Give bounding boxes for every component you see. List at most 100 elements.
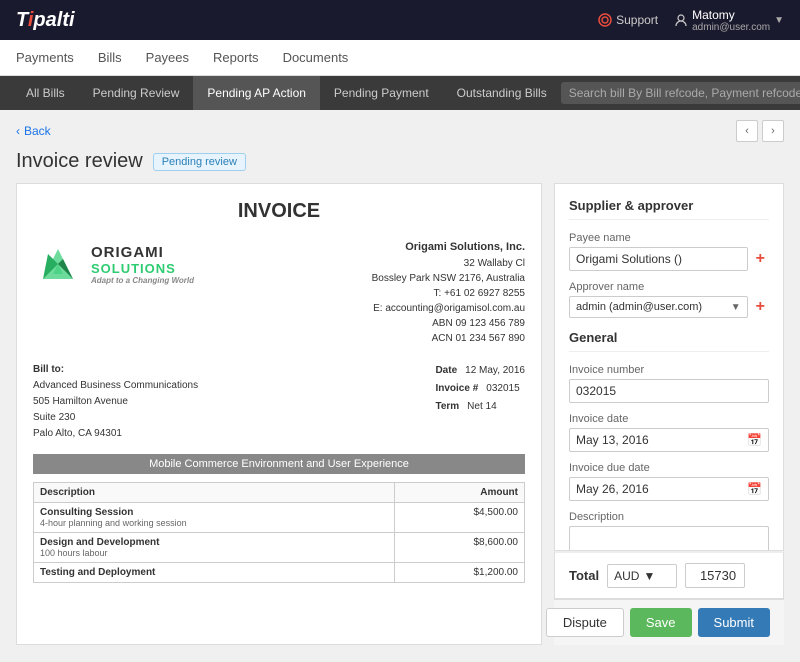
- next-arrow[interactable]: ›: [762, 120, 784, 142]
- bill-to-company: Advanced Business Communications: [33, 378, 198, 394]
- invoice-number-label: Invoice number: [569, 364, 769, 376]
- bill-to-suite: Suite 230: [33, 410, 198, 426]
- dispute-button[interactable]: Dispute: [546, 608, 624, 637]
- invoice-meta: Date 12 May, 2016 Invoice # 032015 Term …: [435, 362, 525, 442]
- nav-reports[interactable]: Reports: [213, 42, 259, 73]
- nav-documents[interactable]: Documents: [283, 42, 349, 73]
- invoice-logo-area: ORIGAMI SOLUTIONS Adapt to a Changing Wo…: [33, 239, 194, 289]
- invoice-due-field: Invoice due date May 26, 2016 📅: [569, 462, 769, 501]
- page-title-row: Invoice review Pending review: [16, 150, 784, 173]
- nav-bills[interactable]: Bills: [98, 42, 122, 73]
- item-amount: $8,600.00: [394, 532, 524, 562]
- content-area: ‹ Back ‹ › Invoice review Pending review…: [0, 110, 800, 662]
- invoice-due-input[interactable]: May 26, 2016 📅: [569, 477, 769, 501]
- total-row: Total AUD ▼ 15730: [569, 563, 769, 588]
- invoice-due-value: May 26, 2016: [576, 482, 649, 496]
- search-input[interactable]: [561, 82, 800, 104]
- user-menu[interactable]: Matomy admin@user.com ▼: [674, 8, 784, 33]
- bill-to-title: Bill to:: [33, 362, 198, 378]
- company-tagline: Adapt to a Changing World: [91, 276, 194, 285]
- total-label: Total: [569, 568, 599, 583]
- origami-company-text: ORIGAMI SOLUTIONS Adapt to a Changing Wo…: [91, 244, 194, 285]
- search-container: 🔍: [561, 82, 800, 104]
- currency-select[interactable]: AUD ▼: [607, 564, 677, 588]
- description-input[interactable]: [569, 526, 769, 551]
- invoice-top: ORIGAMI SOLUTIONS Adapt to a Changing Wo…: [33, 239, 525, 346]
- invoice-number-input[interactable]: 032015: [569, 379, 769, 403]
- payee-input-row: Origami Solutions () +: [569, 247, 769, 271]
- user-email: admin@user.com: [692, 22, 770, 33]
- back-row: ‹ Back ‹ ›: [16, 120, 784, 142]
- support-button[interactable]: Support: [598, 13, 658, 27]
- back-label: Back: [24, 124, 51, 138]
- nav-payees[interactable]: Payees: [146, 42, 189, 73]
- back-button[interactable]: ‹ Back: [16, 124, 51, 138]
- item-name: Design and Development: [40, 537, 388, 548]
- prev-arrow[interactable]: ‹: [736, 120, 758, 142]
- invoice-date-input[interactable]: May 13, 2016 📅: [569, 428, 769, 452]
- table-header-description: Description: [34, 482, 395, 502]
- support-icon: [598, 13, 612, 27]
- supplier-section-title: Supplier & approver: [569, 198, 769, 220]
- tab-pending-payment[interactable]: Pending Payment: [320, 76, 443, 110]
- approver-add-button[interactable]: +: [752, 298, 769, 316]
- invoice-table: Description Amount Consulting Session 4-…: [33, 482, 525, 583]
- inv-term-row: Term Net 14: [435, 398, 525, 416]
- invoice-number-field: Invoice number 032015: [569, 364, 769, 403]
- total-amount: 15730: [685, 563, 745, 588]
- invoice-number-value: 032015: [576, 384, 616, 398]
- nav-payments[interactable]: Payments: [16, 42, 74, 73]
- tab-pending-ap-action[interactable]: Pending AP Action: [193, 76, 320, 110]
- main-layout: INVOICE ORIGAMI SOLUTIONS Adapt to a Cha…: [16, 183, 784, 645]
- term-value: Net 14: [467, 398, 496, 416]
- date-label: Date: [435, 362, 457, 380]
- company-sub: SOLUTIONS: [91, 261, 194, 276]
- invoice-panel: INVOICE ORIGAMI SOLUTIONS Adapt to a Cha…: [16, 183, 542, 645]
- invoice-due-label: Invoice due date: [569, 462, 769, 474]
- bill-to: Bill to: Advanced Business Communication…: [33, 362, 198, 442]
- item-name: Consulting Session: [40, 507, 388, 518]
- nav-bar: Payments Bills Payees Reports Documents: [0, 40, 800, 76]
- payee-input[interactable]: Origami Solutions (): [569, 247, 748, 271]
- supplier-city: Bossley Park NSW 2176, Australia: [372, 271, 525, 286]
- back-arrow-icon: ‹: [16, 124, 20, 138]
- support-label: Support: [616, 13, 658, 27]
- payee-add-button[interactable]: +: [752, 250, 769, 268]
- approver-input-row: admin (admin@user.com) ▼ +: [569, 296, 769, 318]
- table-row: Testing and Deployment $1,200.00: [34, 562, 525, 582]
- item-amount: $4,500.00: [394, 502, 524, 532]
- approver-dropdown-icon: ▼: [731, 302, 741, 313]
- supplier-abn: ABN 09 123 456 789: [372, 316, 525, 331]
- nav-arrows: ‹ ›: [736, 120, 784, 142]
- currency-value: AUD: [614, 569, 639, 583]
- app-logo: Tipalti: [16, 9, 75, 32]
- supplier-acn: ACN 01 234 567 890: [372, 331, 525, 346]
- general-section-title: General: [569, 330, 769, 352]
- table-header-amount: Amount: [394, 482, 524, 502]
- status-badge: Pending review: [153, 153, 246, 171]
- table-row: Design and Development 100 hours labour …: [34, 532, 525, 562]
- invoice-date-field: Invoice date May 13, 2016 📅: [569, 413, 769, 452]
- save-button[interactable]: Save: [630, 608, 692, 637]
- calendar-icon: 📅: [747, 433, 762, 447]
- payee-label: Payee name: [569, 232, 769, 244]
- header-right: Support Matomy admin@user.com ▼: [598, 8, 784, 33]
- calendar-due-icon: 📅: [747, 482, 762, 496]
- submit-button[interactable]: Submit: [698, 608, 770, 637]
- inv-date-row: Date 12 May, 2016: [435, 362, 525, 380]
- currency-dropdown-icon: ▼: [643, 569, 655, 583]
- approver-input[interactable]: admin (admin@user.com) ▼: [569, 296, 748, 318]
- tab-outstanding-bills[interactable]: Outstanding Bills: [443, 76, 561, 110]
- payee-name-field: Payee name Origami Solutions () +: [569, 232, 769, 271]
- page-title: Invoice review: [16, 150, 143, 173]
- supplier-email: E: accounting@origamisol.com.au: [372, 301, 525, 316]
- invoice-date-label: Invoice date: [569, 413, 769, 425]
- supplier-name: Origami Solutions, Inc.: [372, 239, 525, 256]
- invoice-company-info: Origami Solutions, Inc. 32 Wallaby Cl Bo…: [372, 239, 525, 346]
- invoice-title: INVOICE: [33, 200, 525, 223]
- approver-field: Approver name admin (admin@user.com) ▼ +: [569, 281, 769, 318]
- tab-pending-review[interactable]: Pending Review: [79, 76, 194, 110]
- tab-all-bills[interactable]: All Bills: [12, 76, 79, 110]
- user-name: Matomy: [692, 8, 770, 22]
- invoice-num-label: Invoice #: [435, 380, 478, 398]
